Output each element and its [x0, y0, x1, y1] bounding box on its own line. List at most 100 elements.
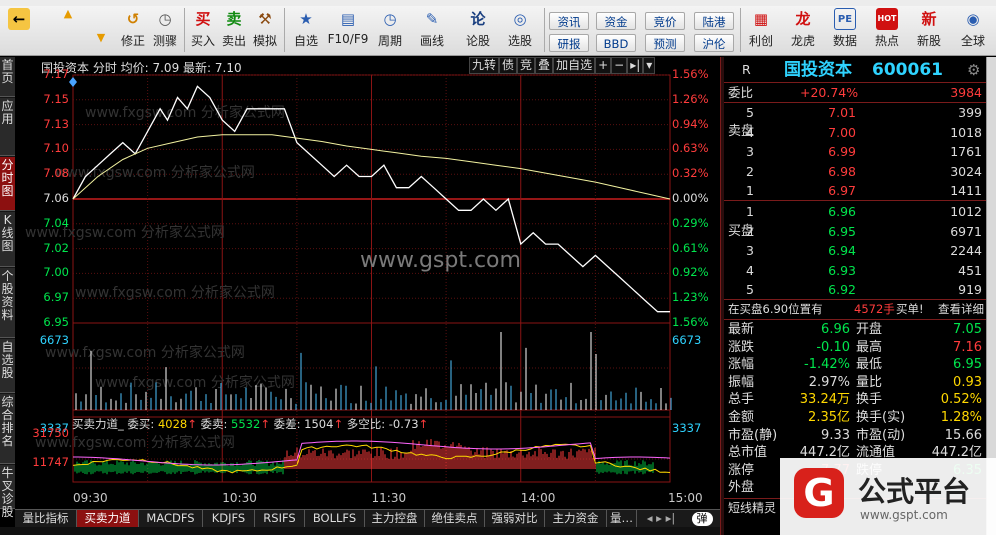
news-button[interactable]: 资讯	[549, 12, 589, 30]
percent-tick-label: 1.56%	[672, 315, 709, 329]
profit-icon: ▦	[753, 10, 769, 28]
ask-level-row[interactable]: 3 6.99 1761	[724, 142, 986, 161]
step-button[interactable]: ▸|	[627, 57, 644, 74]
price-tick-label: 7.08	[43, 166, 69, 181]
stock-pick-button[interactable]: ◎ 选股	[502, 8, 538, 54]
draw-line-button[interactable]: ✎ 画线	[414, 8, 450, 54]
new-stock-button[interactable]: 新 新股	[912, 8, 946, 54]
dragon-tiger-button[interactable]: 龙 龙虎	[786, 8, 820, 54]
ask-level-row[interactable]: 2 6.98 3024	[724, 162, 986, 181]
f10-button[interactable]: ▤ F10/F9	[326, 8, 370, 54]
scroll-up-button[interactable]: ▲	[55, 6, 81, 28]
sell-button[interactable]: 卖 卖出	[219, 8, 249, 54]
stat-value: 0.93	[953, 374, 982, 390]
tab-best-sell[interactable]: 绝佳卖点	[425, 510, 485, 528]
ask-price: 7.00	[828, 124, 856, 140]
watchlist-button[interactable]: ★ 自选	[288, 8, 324, 54]
bbd-button[interactable]: BBD	[596, 34, 636, 52]
add-watchlist-button[interactable]: 加自选	[553, 57, 596, 74]
buy-side-label: 买盘	[728, 224, 755, 239]
overlay-button[interactable]: 叠	[535, 57, 554, 74]
profit-button[interactable]: ▦ 利创	[744, 8, 778, 54]
ask-level-row[interactable]: 5 7.01 399	[724, 103, 986, 122]
revise-button[interactable]: ↺ 修正	[118, 8, 148, 54]
stat-label: 量比	[856, 374, 883, 390]
tab-kline[interactable]: K线图	[0, 212, 15, 267]
tab-buy-sell-force[interactable]: 买卖力道	[77, 510, 139, 528]
tab-bollfs[interactable]: BOLLFS	[305, 510, 365, 528]
hot-button[interactable]: HOT 热点	[870, 8, 904, 54]
bid-level-row[interactable]: 3 6.94 2244	[724, 241, 986, 260]
settings-gear-icon[interactable]: ⚙	[967, 59, 980, 81]
tab-home[interactable]: 首页	[0, 57, 15, 97]
bond-button[interactable]: 债	[499, 57, 518, 74]
tab-scroll-arrows[interactable]: ◂ ▸ ▸|	[639, 510, 683, 528]
ask-volume: 3024	[950, 163, 982, 179]
back-button[interactable]: ←	[8, 8, 30, 54]
ask-volume: 399	[958, 105, 982, 120]
stock-code: 600061	[872, 60, 943, 80]
stat-value: 2.35亿	[808, 410, 850, 425]
view-detail-link[interactable]: 查看详细	[938, 300, 984, 319]
stat-label: 金额	[728, 410, 755, 425]
tab-intraday[interactable]: 分时图	[0, 157, 15, 211]
bid-price: 6.93	[828, 262, 856, 278]
indicator-tick-label: 31750	[32, 426, 69, 440]
tab-volume-ratio[interactable]: 量比指标	[15, 510, 77, 528]
tab-strength[interactable]: 强弱对比	[485, 510, 545, 528]
forecast-button[interactable]: 预测	[645, 34, 685, 52]
ask-level-row[interactable]: 4 7.00 1018	[724, 123, 986, 142]
bid-level-row[interactable]: 1 6.96 1012	[724, 202, 986, 221]
stat-label: 涨停	[728, 462, 755, 478]
order-ratio-pct: +20.74%	[800, 85, 859, 100]
price-tick-label: 7.04	[43, 215, 69, 230]
buy-button[interactable]: 买 买入	[188, 8, 218, 54]
tab-main-control[interactable]: 主力控盘	[365, 510, 425, 528]
popup-toggle[interactable]: 弹	[685, 510, 719, 528]
tab-ranking[interactable]: 综合排名	[0, 394, 15, 464]
note-text: 在买盘6.90位置有	[728, 302, 823, 316]
simulate-button[interactable]: ⚒ 模拟	[250, 8, 280, 54]
dragon-tiger-label: 龙虎	[790, 34, 815, 48]
countdown-button[interactable]: ◷ 测骤	[150, 8, 180, 54]
tab-profile[interactable]: 个股资料	[0, 268, 15, 338]
period-button[interactable]: ◷ 周期	[372, 8, 408, 54]
ask-volume: 1018	[950, 124, 982, 140]
short-term-elf-tab[interactable]: 短线精灵	[728, 499, 776, 517]
tab-main-funds[interactable]: 主力资金	[545, 510, 607, 528]
tab-apps[interactable]: 应用	[0, 98, 15, 156]
tab-watchlist[interactable]: 自选股	[0, 339, 15, 393]
watermark-text: www.fxgsw.com 分析家公式网	[75, 284, 275, 301]
bid-level-row[interactable]: 4 6.93 451	[724, 261, 986, 280]
ask-level-row[interactable]: 1 6.97 1411	[724, 181, 986, 200]
data-button[interactable]: PE 数据	[828, 8, 862, 54]
chart-menu-button[interactable]: ▾	[643, 57, 656, 74]
tab-diagnosis[interactable]: 牛叉诊股	[0, 465, 15, 519]
bid-level-row[interactable]: 2 6.95 6971	[724, 222, 986, 241]
auction-chart-button[interactable]: 竞	[517, 57, 536, 74]
research-button[interactable]: 研报	[549, 34, 589, 52]
hk-connect-button[interactable]: 陆港	[694, 12, 734, 30]
tab-macdfs[interactable]: MACDFS	[139, 510, 203, 528]
auction-button[interactable]: 竞价	[645, 12, 685, 30]
funds-button[interactable]: 资金	[596, 12, 636, 30]
shanghai-london-button[interactable]: 沪伦	[694, 34, 734, 52]
tab-rsifs[interactable]: RSIFS	[255, 510, 305, 528]
bid-level-row[interactable]: 5 6.92 919	[724, 280, 986, 299]
tab-more[interactable]: 量…	[607, 510, 637, 528]
tab-kdjfs[interactable]: KDJFS	[203, 510, 255, 528]
nine-turn-button[interactable]: 九转	[469, 57, 500, 74]
global-button[interactable]: ◉ 全球	[956, 8, 990, 54]
stat-label: 最低	[856, 357, 883, 373]
zoom-in-button[interactable]: +	[595, 57, 612, 74]
intraday-chart[interactable]: www.fxgsw.com 分析家公式网 www.fxgsw.com 分析家公式网…	[15, 57, 720, 509]
bid-volume: 1012	[950, 204, 982, 219]
bid-level: 3	[746, 243, 754, 258]
zoom-out-button[interactable]: −	[611, 57, 628, 74]
forum-button[interactable]: 论 论股	[460, 8, 496, 54]
stat-label: 总市值	[728, 445, 768, 461]
bid-price: 6.92	[828, 282, 856, 297]
stat-label: 开盘	[856, 322, 883, 337]
market-tag: R	[742, 62, 751, 77]
scroll-down-button[interactable]: ▼	[88, 30, 114, 52]
